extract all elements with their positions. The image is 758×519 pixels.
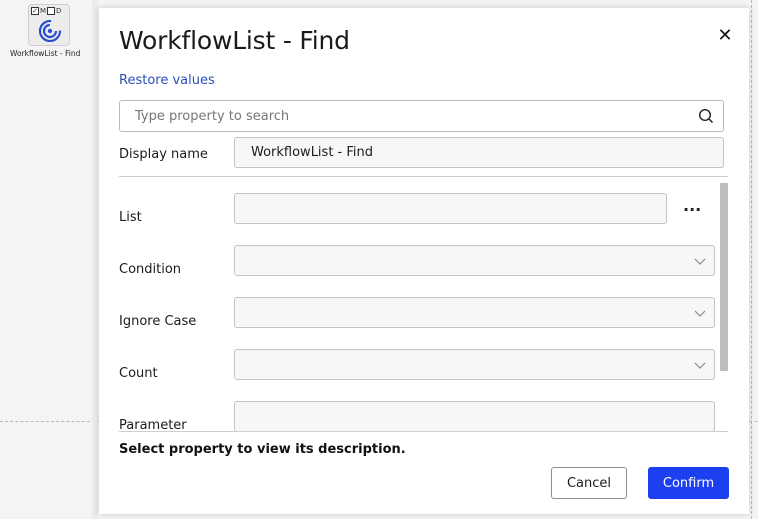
properties-dialog: WorkflowList - Find ✕ Restore values Dis… bbox=[99, 8, 749, 514]
count-label: Count bbox=[119, 366, 158, 381]
list-label: List bbox=[119, 210, 142, 225]
more-options-button[interactable]: ··· bbox=[683, 202, 701, 218]
flag-m-label: M bbox=[40, 7, 47, 15]
close-icon[interactable]: ✕ bbox=[717, 25, 732, 46]
chevron-down-icon bbox=[694, 258, 706, 265]
display-name-label: Display name bbox=[119, 147, 208, 162]
parameter-field[interactable] bbox=[234, 401, 715, 431]
canvas-guide-line bbox=[0, 421, 100, 422]
properties-list: List ··· Condition Ignore Case Count Par… bbox=[99, 183, 749, 431]
divider bbox=[119, 176, 728, 177]
divider bbox=[119, 431, 728, 432]
checkbox-m[interactable]: ✓ bbox=[31, 7, 39, 15]
list-field[interactable] bbox=[234, 193, 667, 224]
property-description: Select property to view its description. bbox=[119, 442, 406, 457]
chevron-down-icon bbox=[694, 310, 706, 317]
count-select[interactable] bbox=[234, 349, 715, 380]
checkbox-d[interactable] bbox=[47, 7, 56, 15]
node-box[interactable]: ✓ M D bbox=[28, 4, 70, 46]
property-search[interactable] bbox=[119, 100, 724, 132]
search-icon[interactable] bbox=[698, 108, 714, 124]
workflow-node[interactable]: ✓ M D WorkflowList - Find bbox=[6, 4, 92, 58]
flag-d-label: D bbox=[56, 7, 62, 15]
ignore-case-select[interactable] bbox=[234, 297, 715, 328]
display-name-field[interactable]: WorkflowList - Find bbox=[234, 137, 724, 168]
dialog-title: WorkflowList - Find bbox=[119, 26, 350, 55]
search-input[interactable] bbox=[120, 101, 680, 131]
parameter-label: Parameter bbox=[119, 418, 187, 431]
node-flags: ✓ M D bbox=[31, 7, 61, 15]
close-button[interactable]: ✕ bbox=[717, 25, 733, 46]
chevron-down-icon bbox=[694, 362, 706, 369]
ignore-case-label: Ignore Case bbox=[119, 314, 197, 329]
canvas-guide-line bbox=[751, 0, 752, 519]
condition-select[interactable] bbox=[234, 245, 715, 276]
condition-label: Condition bbox=[119, 262, 182, 277]
panel-gutter bbox=[92, 0, 98, 519]
node-label: WorkflowList - Find bbox=[10, 49, 81, 58]
restore-values-link[interactable]: Restore values bbox=[119, 73, 215, 88]
confirm-button[interactable]: Confirm bbox=[648, 467, 729, 499]
cancel-button[interactable]: Cancel bbox=[551, 467, 627, 499]
workflow-spiral-icon bbox=[38, 19, 62, 43]
canvas-guide-line bbox=[749, 421, 758, 422]
properties-scrollbar[interactable] bbox=[720, 183, 728, 371]
